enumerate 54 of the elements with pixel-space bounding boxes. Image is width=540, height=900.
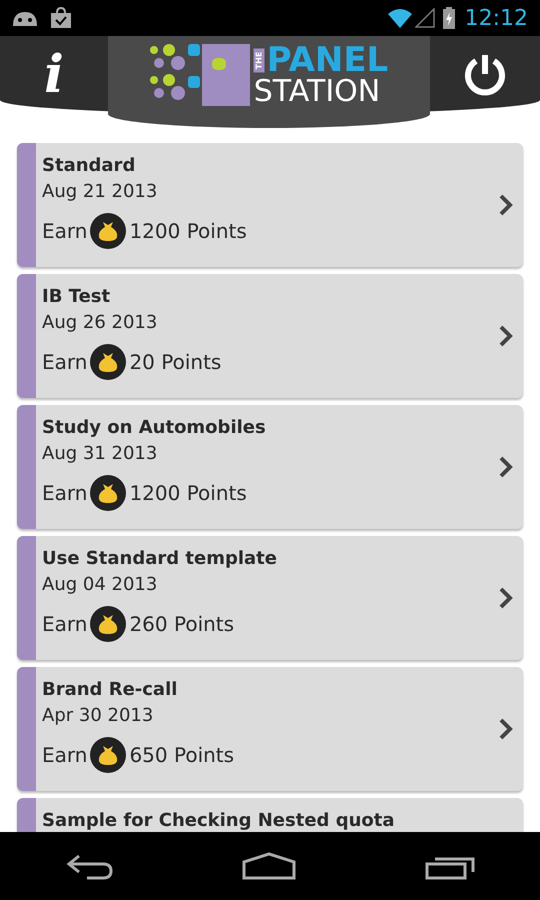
survey-card[interactable]: Brand Re-call Apr 30 2013 Earn 650 Points (17, 667, 523, 791)
survey-card[interactable]: Study on Automobiles Aug 31 2013 Earn 1200 Points (17, 405, 523, 529)
back-button[interactable] (64, 852, 113, 880)
bag-check-icon (50, 7, 72, 29)
home-button[interactable] (242, 852, 296, 880)
survey-date: Apr 30 2013 (42, 705, 154, 727)
home-icon (242, 852, 296, 880)
money-bag-icon (90, 606, 126, 642)
points-text: 650 Points (129, 742, 234, 769)
survey-card[interactable]: Sample for Checking Nested quota (17, 798, 523, 832)
survey-title: Study on Automobiles (42, 417, 267, 439)
earn-label: Earn (42, 742, 88, 769)
survey-date: Aug 26 2013 (42, 312, 158, 334)
chevron-right-icon (499, 325, 513, 347)
money-bag-icon (90, 344, 126, 380)
survey-card[interactable]: Use Standard template Aug 04 2013 Earn 260 Points (17, 536, 523, 660)
back-icon (64, 852, 113, 880)
money-bag-icon (90, 475, 126, 511)
points-text: 1200 Points (129, 218, 247, 245)
earn-label: Earn (42, 480, 88, 507)
survey-date: Aug 21 2013 (42, 181, 158, 203)
points-text: 260 Points (129, 611, 234, 638)
earn-label: Earn (42, 611, 88, 638)
logo-bottom-text: STATION (254, 77, 382, 107)
chevron-right-icon (499, 194, 513, 216)
survey-card[interactable]: IB Test Aug 26 2013 Earn 20 Points (17, 274, 523, 398)
survey-title: Use Standard template (42, 548, 278, 570)
points-text: 1200 Points (129, 480, 247, 507)
wifi-icon (386, 8, 413, 28)
money-bag-icon (90, 213, 126, 249)
chevron-right-icon (499, 456, 513, 478)
logo-top-text: PANEL (266, 43, 388, 77)
survey-card[interactable]: Standard Aug 21 2013 Earn 1200 Points (17, 143, 523, 267)
android-icon (12, 9, 38, 27)
power-icon (462, 52, 508, 98)
info-icon: i (44, 49, 64, 101)
earn-label: Earn (42, 349, 88, 376)
money-bag-icon (90, 737, 126, 773)
survey-title: Standard (42, 155, 136, 177)
logo-small-text: THE (254, 48, 265, 72)
battery-icon (442, 7, 455, 29)
survey-date: Aug 04 2013 (42, 574, 158, 596)
logo-mark-icon (150, 44, 250, 106)
survey-title: Sample for Checking Nested quota (42, 810, 396, 832)
info-button[interactable]: i (0, 36, 108, 114)
survey-title: IB Test (42, 286, 112, 308)
survey-date: Aug 31 2013 (42, 443, 158, 465)
chevron-right-icon (499, 587, 513, 609)
chevron-right-icon (499, 718, 513, 740)
signal-icon (414, 8, 435, 28)
earn-label: Earn (42, 218, 88, 245)
clock-time: 12:12 (464, 4, 528, 32)
survey-title: Brand Re-call (42, 679, 178, 701)
points-text: 20 Points (129, 349, 222, 376)
